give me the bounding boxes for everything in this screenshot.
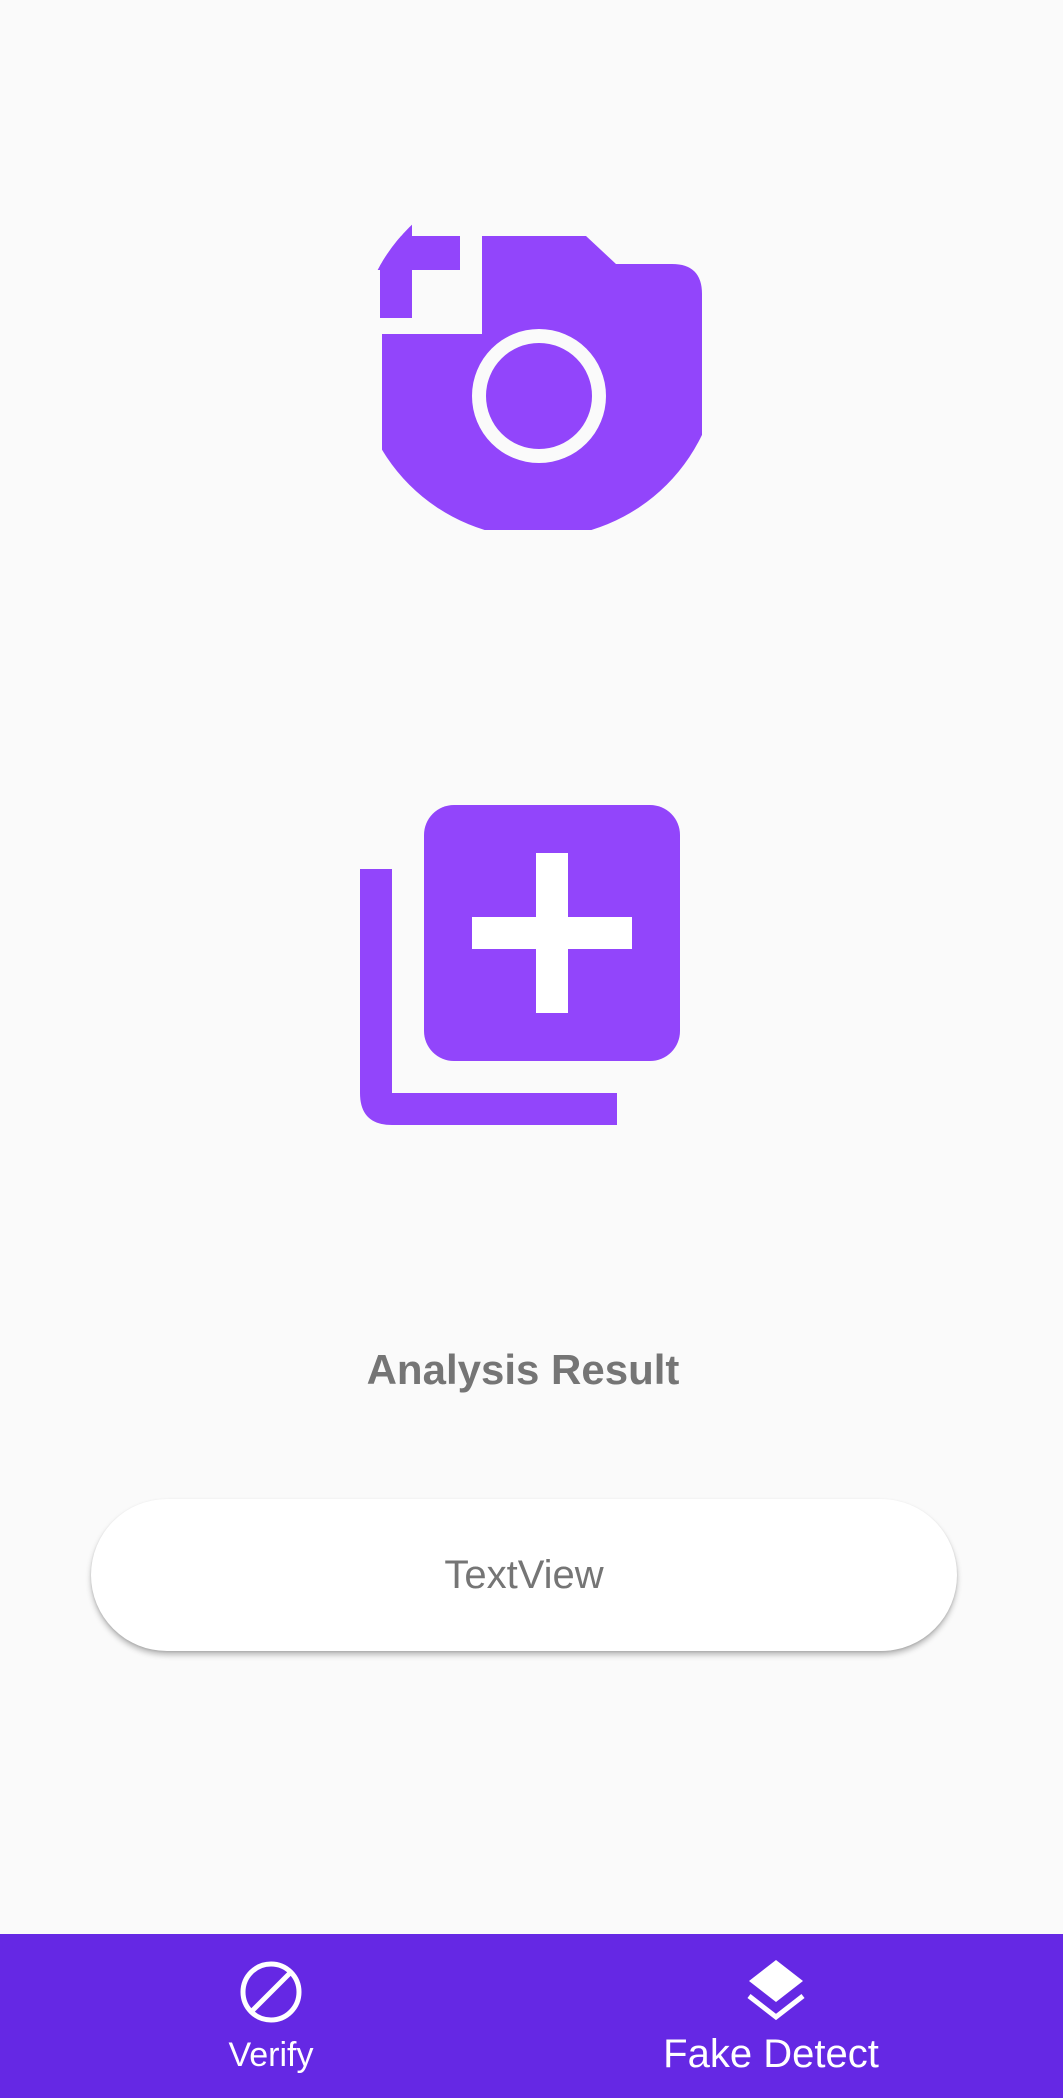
add-photo-button[interactable] bbox=[352, 200, 702, 530]
analysis-result-title: Analysis Result bbox=[366, 1346, 680, 1393]
add-a-photo-icon bbox=[356, 200, 702, 530]
block-icon bbox=[237, 1958, 305, 2026]
result-text-card: TextView bbox=[91, 1499, 957, 1651]
result-text: TextView bbox=[444, 1552, 604, 1597]
nav-item-fake-detect[interactable]: Fake Detect bbox=[532, 1934, 1063, 2098]
add-to-photos-icon bbox=[360, 805, 680, 1125]
bottom-navigation: Verify Fake Detect bbox=[0, 1934, 1063, 2098]
nav-label-fake-detect: Fake Detect bbox=[663, 2032, 879, 2076]
nav-item-verify[interactable]: Verify bbox=[0, 1934, 531, 2098]
nav-label-verify: Verify bbox=[228, 2036, 314, 2074]
layers-icon bbox=[742, 1956, 810, 2024]
add-from-gallery-button[interactable] bbox=[360, 805, 682, 1127]
